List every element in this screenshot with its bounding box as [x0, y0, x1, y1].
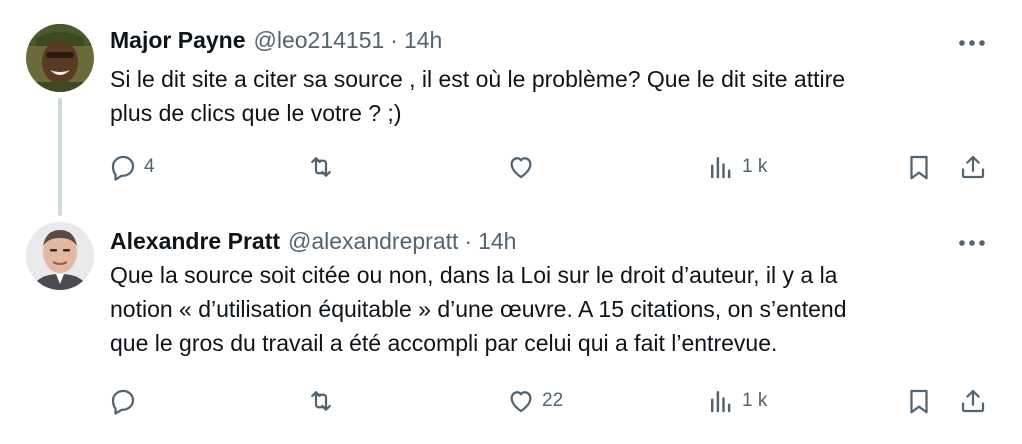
reply-icon	[111, 389, 135, 415]
retweet-icon	[311, 157, 331, 177]
share-icon	[961, 155, 985, 179]
tweet-text: Si le dit site a citer sa source , il es…	[110, 62, 990, 130]
display-name[interactable]: Major Payne	[110, 27, 246, 54]
more-options-button[interactable]	[952, 228, 992, 258]
like-button[interactable]: 22	[506, 384, 563, 418]
share-icon	[961, 389, 985, 413]
user-handle[interactable]: @alexandrepratt	[288, 228, 458, 255]
tweet: Alexandre Pratt @alexandrepratt · 14h Qu…	[0, 214, 1022, 444]
tweet-text-line: plus de clics que le votre ? ;)	[110, 100, 402, 126]
views-count: 1 k	[742, 390, 768, 411]
retweet-button[interactable]	[306, 150, 342, 184]
more-icon	[959, 240, 985, 246]
views-icon	[711, 391, 731, 413]
retweet-icon	[311, 391, 331, 411]
tweet-header: Alexandre Pratt @alexandrepratt · 14h	[110, 226, 516, 256]
retweet-button[interactable]	[306, 384, 342, 418]
bookmark-icon	[910, 389, 928, 414]
like-button[interactable]	[506, 150, 542, 184]
bookmark-icon	[910, 155, 928, 180]
views-count: 1 k	[742, 156, 768, 177]
tweet-text-line: que le gros du travail a été accompli pa…	[110, 330, 778, 356]
avatar[interactable]	[26, 222, 94, 290]
bookmark-button[interactable]	[904, 384, 934, 418]
share-button[interactable]	[958, 150, 988, 184]
tweet-text: Que la source soit citée ou non, dans la…	[110, 258, 990, 360]
more-icon	[959, 40, 985, 46]
reply-button[interactable]: 4	[108, 150, 155, 184]
heart-icon	[510, 391, 532, 413]
tweet-header: Major Payne @leo214151 · 14h	[110, 25, 442, 55]
separator-dot: ·	[464, 227, 473, 254]
views-button[interactable]: 1 k	[706, 150, 767, 184]
timestamp[interactable]: 14h	[404, 27, 442, 54]
bookmark-button[interactable]	[904, 150, 934, 184]
display-name[interactable]: Alexandre Pratt	[110, 228, 280, 255]
thread-line	[58, 98, 62, 216]
like-count: 22	[542, 390, 564, 411]
reply-button[interactable]	[108, 384, 144, 418]
share-button[interactable]	[958, 384, 988, 418]
reply-count: 4	[144, 156, 155, 177]
separator-dot: ·	[390, 26, 398, 53]
reply-icon	[111, 155, 135, 181]
avatar[interactable]	[26, 24, 94, 92]
tweet-text-line: notion « d’utilisation équitable » d’une…	[110, 296, 847, 322]
user-handle[interactable]: @leo214151	[254, 27, 385, 54]
tweet-text-line: Que la source soit citée ou non, dans la…	[110, 262, 838, 288]
tweet-text-line: Si le dit site a citer sa source , il es…	[110, 66, 846, 92]
views-icon	[711, 157, 731, 179]
tweet: Major Payne @leo214151 · 14h Si le dit s…	[0, 0, 1022, 216]
timestamp[interactable]: 14h	[478, 228, 516, 255]
views-button[interactable]: 1 k	[706, 384, 767, 418]
heart-icon	[510, 157, 532, 179]
more-options-button[interactable]	[952, 28, 992, 58]
